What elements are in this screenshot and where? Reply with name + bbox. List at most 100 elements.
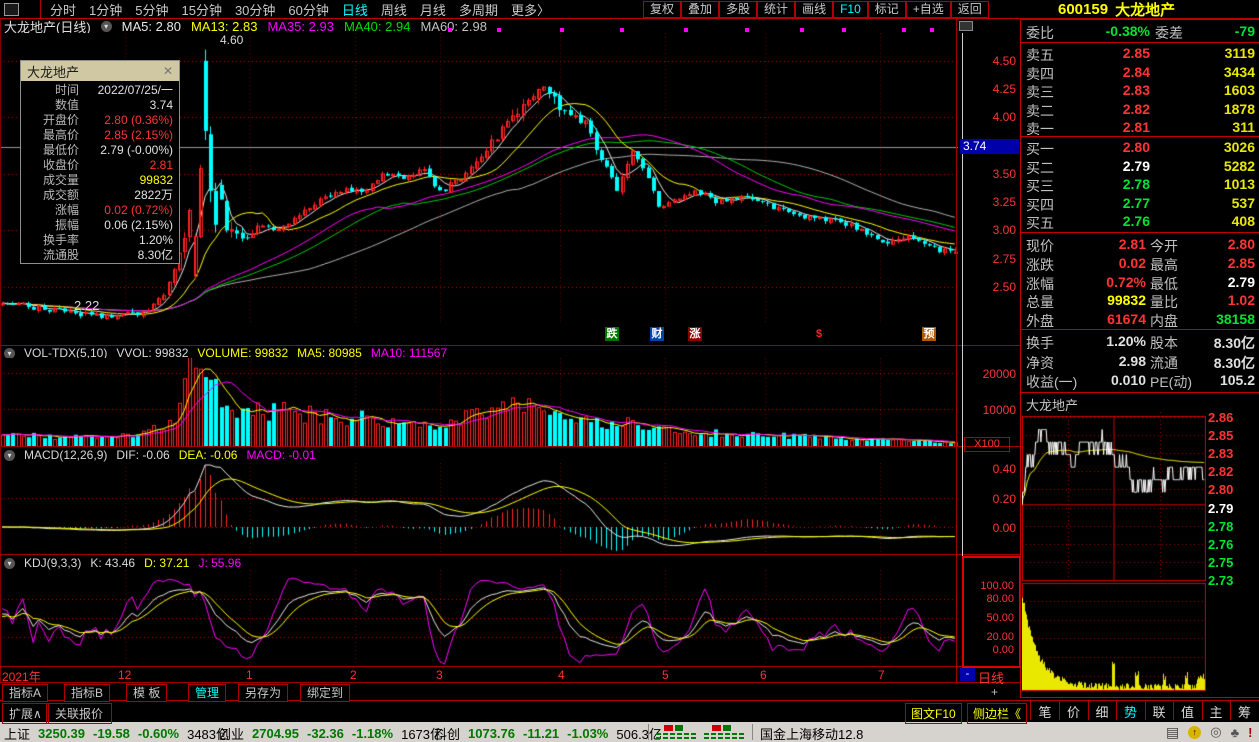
orderbook-row-label-卖三: 卖三 <box>1026 82 1054 102</box>
indicator-tab-绑定到[interactable]: 绑定到 <box>300 684 350 702</box>
toolbar-button-多股[interactable]: 多股 <box>719 1 757 18</box>
macd-chart[interactable] <box>0 463 958 553</box>
volume-bars-chart[interactable] <box>0 358 958 446</box>
period-item-多周期[interactable]: 多周期 <box>459 0 498 19</box>
toolbar-button-叠加[interactable]: 叠加 <box>681 1 719 18</box>
toolbar-buttons: 复权叠加多股统计画线F10标记+自选返回 <box>643 0 989 18</box>
event-marker-财[interactable]: 财 <box>650 327 664 341</box>
mini-block <box>656 733 661 735</box>
alert-icon[interactable]: ! <box>1248 725 1252 740</box>
index-quote-科创[interactable]: 科创1073.76-11.21-1.03%506.3亿 <box>434 724 662 742</box>
signal-dot-icon <box>620 28 624 32</box>
divider-line <box>956 18 957 682</box>
popup-row-成交量: 成交量99832 <box>21 172 179 187</box>
stock-code: 600159 <box>1058 1 1108 18</box>
toolbar-button-返回[interactable]: 返回 <box>951 1 989 18</box>
expand-tab[interactable]: 扩展∧ <box>2 703 49 724</box>
indicator-tab-模 板[interactable]: 模 板 <box>126 684 167 702</box>
toolbar-button-+自选[interactable]: +自选 <box>906 1 951 18</box>
period-item-更多〉[interactable]: 更多〉 <box>511 0 550 19</box>
collapse-arrow-icon[interactable]: ▾ <box>4 558 15 569</box>
event-marker-预[interactable]: 预 <box>922 327 936 341</box>
collapse-arrow-icon[interactable]: ▾ <box>101 21 112 32</box>
toolbar-button-标记[interactable]: 标记 <box>868 1 906 18</box>
kdj-scale-label: 0.00 <box>964 644 1014 656</box>
collapse-arrow-icon[interactable]: ▾ <box>4 348 15 359</box>
index-quote-创业[interactable]: 创业2704.95-32.36-1.18%1673亿 <box>218 724 443 742</box>
sidebar-toggle[interactable]: 侧边栏《 <box>967 703 1027 724</box>
ohlc-info-popup[interactable]: 大龙地产 ✕ 时间2022/07/25/一数值3.74开盘价2.80 (0.36… <box>20 60 180 264</box>
indicator-tab-管理[interactable]: 管理 <box>188 684 226 702</box>
side-tab-势[interactable]: 势 <box>1117 702 1145 721</box>
window-icon[interactable] <box>4 3 19 16</box>
collapse-arrow-icon[interactable]: ▾ <box>4 450 15 461</box>
macd-pane-header: ▾MACD(12,26,9)DIF: -0.06DEA: -0.06MACD: … <box>4 449 316 461</box>
side-tab-联[interactable]: 联 <box>1145 702 1173 721</box>
splitter-icon[interactable] <box>959 21 973 31</box>
period-item-30分钟[interactable]: 30分钟 <box>235 0 275 19</box>
coin-icon[interactable]: ↑ <box>1188 726 1201 739</box>
f10-link[interactable]: 图文F10 <box>905 703 962 724</box>
tree-icon[interactable]: ♣ <box>1231 725 1240 740</box>
period-item-1分钟[interactable]: 1分钟 <box>89 0 122 19</box>
indicator-tab-另存为[interactable]: 另存为 <box>238 684 288 702</box>
stat-value: 99832 <box>1058 292 1146 308</box>
timeframe-plus-button[interactable]: + <box>988 686 1001 699</box>
period-item-周线[interactable]: 周线 <box>381 0 407 19</box>
mini-block <box>656 737 661 739</box>
index-quote-上证[interactable]: 上证3250.39-19.58-0.60%3483亿 <box>4 724 229 742</box>
close-icon[interactable]: ✕ <box>163 64 173 78</box>
side-tab-筹[interactable]: 筹 <box>1231 702 1259 721</box>
side-tab-值[interactable]: 值 <box>1174 702 1202 721</box>
popup-row-最高价: 最高价2.85 (2.15%) <box>21 127 179 142</box>
toolbar-button-复权[interactable]: 复权 <box>643 1 681 18</box>
stat-value: 2.98 <box>1058 353 1146 369</box>
stat-value: 2.79 <box>1192 274 1255 290</box>
orderbook-price: 2.82 <box>1060 101 1150 117</box>
toolbar-button-画线[interactable]: 画线 <box>795 1 833 18</box>
mini-block <box>711 733 716 735</box>
indicator-tab-指标A[interactable]: 指标A <box>2 684 48 702</box>
timeframe-minus-button[interactable]: - <box>960 668 975 681</box>
side-tab-价[interactable]: 价 <box>1060 702 1088 721</box>
stock-name[interactable]: 大龙地产 <box>1115 0 1175 20</box>
period-item-月线[interactable]: 月线 <box>420 0 446 19</box>
weibi-value: -0.38% <box>1075 23 1150 39</box>
event-marker-跌[interactable]: 跌 <box>605 327 619 341</box>
linked-quote-tab[interactable]: 关联报价 <box>46 703 112 724</box>
period-item-5分钟[interactable]: 5分钟 <box>135 0 168 19</box>
event-marker-$[interactable]: $ <box>812 327 826 341</box>
stat-label-现价: 现价 <box>1026 236 1054 256</box>
period-item-15分钟[interactable]: 15分钟 <box>181 0 221 19</box>
mini-block <box>718 737 723 739</box>
indicator-tab-指标B[interactable]: 指标B <box>64 684 110 702</box>
mini-price-scale-label: 2.86 <box>1208 410 1233 425</box>
event-marker-涨[interactable]: 涨 <box>688 327 702 341</box>
kdj-chart[interactable] <box>0 570 958 666</box>
stat-label-PE(动): PE(动) <box>1150 372 1192 392</box>
date-axis-label: 5 <box>662 668 669 682</box>
index-pct: -1.18% <box>352 726 393 741</box>
signal-dot-icon <box>930 28 934 32</box>
intraday-mini-chart[interactable] <box>1022 412 1206 693</box>
report-icon[interactable]: ▤ <box>1166 724 1179 741</box>
period-item-分时[interactable]: 分时 <box>50 0 76 19</box>
stock-title: 600159 大龙地产 <box>1058 1 1175 18</box>
popup-title-bar[interactable]: 大龙地产 ✕ <box>21 61 179 81</box>
mini-block <box>663 733 668 735</box>
toolbar-button-统计[interactable]: 统计 <box>757 1 795 18</box>
stat-label-最高: 最高 <box>1150 255 1178 275</box>
period-item-60分钟[interactable]: 60分钟 <box>288 0 328 19</box>
network-icon[interactable]: ◎ <box>1210 724 1221 740</box>
side-tab-主[interactable]: 主 <box>1202 702 1230 721</box>
side-tab-笔[interactable]: 笔 <box>1031 702 1059 721</box>
news-ticker[interactable]: 国金上海移动12.8 <box>760 724 863 742</box>
orderbook-volume: 1878 <box>1165 101 1255 117</box>
toolbar-button-F10[interactable]: F10 <box>833 1 868 18</box>
side-tab-细[interactable]: 细 <box>1088 702 1116 721</box>
mini-block <box>732 733 737 735</box>
volume-unit-label: X100 <box>964 437 1010 452</box>
orderbook-row-label-卖四: 卖四 <box>1026 64 1054 84</box>
period-item-日线[interactable]: 日线 <box>342 0 368 19</box>
stat-value: 61674 <box>1058 311 1146 327</box>
